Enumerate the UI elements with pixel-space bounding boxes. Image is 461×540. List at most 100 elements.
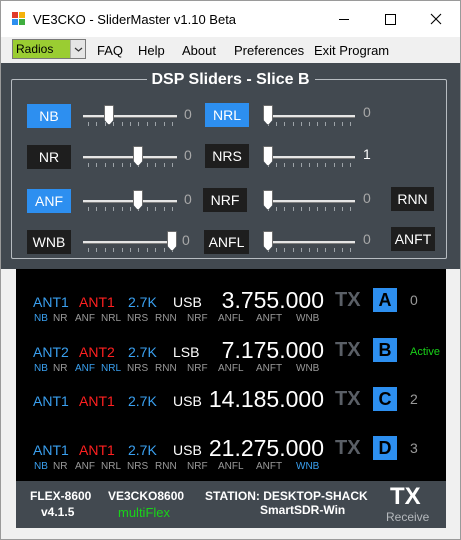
app-window: VE3CKO - SliderMaster v1.10 Beta Radios … [0, 0, 461, 540]
nb-value: 0 [184, 106, 192, 122]
frequency: 7.175.000 [221, 337, 324, 363]
radios-dropdown-value: Radios [16, 42, 54, 56]
slider-track[interactable] [263, 115, 355, 118]
slice-letter-button[interactable]: A [373, 288, 397, 312]
ant-rx: ANT1 [33, 294, 69, 310]
menu-bar: Radios FAQ Help About Preferences Exit P… [1, 37, 460, 63]
dsp-flag: RNN [155, 461, 177, 472]
bandwidth: 2.7K [128, 442, 157, 458]
menu-about[interactable]: About [182, 43, 216, 58]
nrf-value: 0 [363, 190, 371, 206]
close-icon [430, 13, 442, 25]
ant-rx: ANT1 [33, 442, 69, 458]
menu-help[interactable]: Help [138, 43, 165, 58]
dsp-flag: NRS [127, 461, 149, 472]
tx-indicator[interactable]: TX [390, 483, 421, 511]
slice-list: ANT1 ANT1 2.7K USB 3.755.000 TX A 0 NB NR ANF NRL NR… [16, 269, 446, 481]
chevron-down-icon [74, 47, 83, 52]
dsp-flag: NRS [127, 313, 149, 324]
app-icon [12, 12, 26, 26]
rnn-button[interactable]: RNN [391, 187, 434, 211]
dsp-flag: NRF [187, 461, 208, 472]
anf-button[interactable]: ANF [27, 189, 71, 213]
slice-row[interactable]: ANT1 ANT1 2.7K USB 14.185.000 TX C 2 [16, 386, 446, 436]
slice-row[interactable]: ANT1 ANT1 2.7K USB 21.275.000 TX D 3 NB NR ANF NRL N… [16, 435, 446, 485]
anft-button[interactable]: ANFT [391, 227, 435, 251]
dsp-flag: NB [34, 363, 48, 374]
slice-status: 0 [410, 292, 418, 308]
ant-tx: ANT1 [79, 294, 115, 310]
nrf-button[interactable]: NRF [203, 188, 247, 212]
dsp-flag: ANFT [256, 363, 283, 374]
slice-letter-button[interactable]: D [373, 436, 397, 460]
nrs-slider[interactable] [263, 145, 355, 169]
close-button[interactable] [413, 1, 459, 37]
anf-slider[interactable] [83, 189, 177, 213]
nrs-button[interactable]: NRS [205, 144, 249, 168]
frequency: 3.755.000 [221, 287, 324, 313]
slider-track[interactable] [83, 200, 177, 203]
ant-rx: ANT1 [33, 393, 69, 409]
receive-status: Receive [386, 510, 430, 524]
tx-button[interactable]: TX [335, 437, 361, 460]
slice-row[interactable]: ANT1 ANT1 2.7K USB 3.755.000 TX A 0 NB NR ANF NRL NR… [16, 287, 446, 337]
slider-track[interactable] [83, 156, 177, 159]
wnb-button[interactable]: WNB [27, 230, 71, 254]
nb-slider[interactable] [83, 104, 177, 128]
slider-track[interactable] [83, 241, 177, 244]
slider-track[interactable] [263, 200, 355, 203]
title-bar[interactable]: VE3CKO - SliderMaster v1.10 Beta [1, 1, 460, 37]
anfl-button[interactable]: ANFL [204, 230, 249, 254]
minimize-icon [339, 19, 349, 20]
nrl-slider[interactable] [263, 104, 355, 128]
tx-button[interactable]: TX [335, 388, 361, 411]
slice-status: 3 [410, 440, 418, 456]
wnb-slider[interactable] [83, 230, 177, 254]
frequency: 14.185.000 [208, 386, 324, 412]
minimize-button[interactable] [321, 1, 367, 37]
radio-model: FLEX-8600 [30, 489, 92, 503]
menu-faq[interactable]: FAQ [97, 43, 123, 58]
dsp-flag: RNN [155, 313, 177, 324]
dropdown-arrow[interactable] [70, 40, 85, 58]
slice-letter-button[interactable]: C [373, 387, 397, 411]
tx-button[interactable]: TX [335, 289, 361, 312]
dsp-flag: NB [34, 461, 48, 472]
dsp-flag: ANFT [256, 313, 283, 324]
slider-track[interactable] [263, 156, 355, 159]
slider-track[interactable] [263, 241, 355, 244]
slider-ticks [83, 163, 177, 167]
wnb-value: 0 [182, 232, 190, 248]
anfl-slider[interactable] [263, 230, 355, 254]
slider-ticks [263, 163, 355, 167]
slice-letter-button[interactable]: B [373, 338, 397, 362]
dsp-flag: ANF [75, 363, 95, 374]
dsp-flag: ANFL [218, 313, 244, 324]
slider-ticks [263, 122, 355, 126]
menu-exit-program[interactable]: Exit Program [314, 43, 389, 58]
menu-preferences[interactable]: Preferences [234, 43, 304, 58]
nr-slider[interactable] [83, 145, 177, 169]
mode: USB [173, 393, 202, 409]
dsp-flag: NRF [187, 313, 208, 324]
dsp-flag: ANF [75, 313, 95, 324]
nrl-value: 0 [363, 104, 371, 120]
nrl-button[interactable]: NRL [205, 103, 249, 127]
slice-row[interactable]: ANT2 ANT2 2.7K LSB 7.175.000 TX B Active NB NR ANF… [16, 337, 446, 387]
tx-button[interactable]: TX [335, 339, 361, 362]
dsp-flag: WNB [296, 461, 320, 472]
nrs-value: 1 [363, 146, 371, 162]
nrf-slider[interactable] [263, 189, 355, 213]
dsp-flag: NR [53, 363, 68, 374]
radios-dropdown[interactable]: Radios [12, 39, 86, 59]
dsp-flag: NRF [187, 363, 208, 374]
slider-track[interactable] [83, 115, 177, 118]
callsign: VE3CKO8600 [108, 489, 185, 503]
nr-button[interactable]: NR [27, 145, 71, 169]
nb-button[interactable]: NB [27, 104, 71, 128]
dsp-panel: DSP Sliders - Slice B NB 0 NR 0 ANF 0 WN… [1, 63, 460, 269]
client-name: multiFlex [118, 505, 171, 520]
dsp-flag: ANFL [218, 461, 244, 472]
anfl-value: 0 [363, 231, 371, 247]
maximize-button[interactable] [367, 1, 413, 37]
